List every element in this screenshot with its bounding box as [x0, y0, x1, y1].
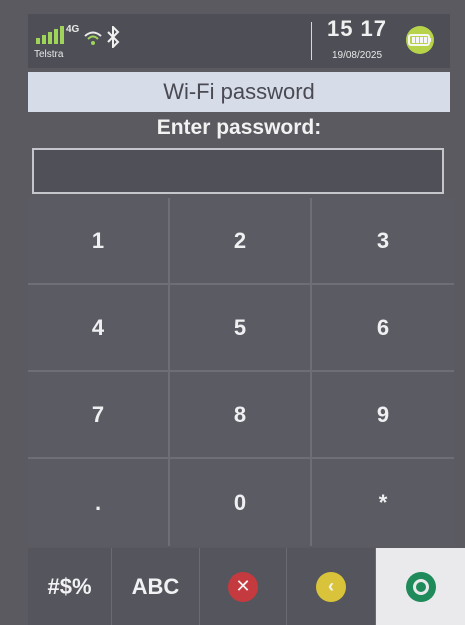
cancel-button[interactable]: ✕ — [200, 548, 287, 625]
network-type: 4G — [66, 24, 80, 35]
key-9[interactable]: 9 — [312, 372, 454, 459]
key-dot[interactable]: . — [28, 459, 170, 546]
date: 19/08/2025 — [331, 50, 383, 61]
key-3[interactable]: 3 — [312, 198, 454, 285]
confirm-icon — [405, 571, 436, 602]
key-2[interactable]: 2 — [170, 198, 312, 285]
password-prompt: Enter password: — [156, 116, 322, 139]
status-separator — [311, 22, 312, 60]
battery-icon — [406, 26, 434, 54]
key-0[interactable]: 0 — [170, 459, 312, 546]
key-5[interactable]: 5 — [170, 285, 312, 372]
symbols-button[interactable]: #$% — [28, 548, 112, 625]
terminal-screen: 4G Telstra 15 17 19/08/2025 Wi-Fi passwo… — [0, 0, 465, 625]
wifi-icon — [84, 31, 102, 45]
alpha-button[interactable]: ABC — [112, 548, 200, 625]
confirm-button[interactable] — [376, 548, 465, 625]
page-title: Wi-Fi password — [28, 72, 450, 112]
bottom-action-bar: #$% ABC ✕ ‹ — [28, 548, 465, 625]
key-7[interactable]: 7 — [28, 372, 170, 459]
key-1[interactable]: 1 — [28, 198, 170, 285]
cancel-icon: ✕ — [228, 571, 258, 602]
key-4[interactable]: 4 — [28, 285, 170, 372]
key-8[interactable]: 8 — [170, 372, 312, 459]
signal-strength-icon — [36, 26, 64, 44]
back-icon: ‹ — [316, 571, 346, 602]
carrier-name: Telstra — [34, 49, 64, 60]
clock: 15 17 — [326, 16, 388, 41]
back-button[interactable]: ‹ — [287, 548, 376, 625]
key-star[interactable]: * — [312, 459, 454, 546]
bluetooth-icon — [107, 26, 120, 48]
password-field[interactable] — [32, 148, 444, 194]
key-6[interactable]: 6 — [312, 285, 454, 372]
numeric-keypad: 1 2 3 4 5 6 7 8 9 . 0 * — [28, 198, 454, 546]
status-bar: 4G Telstra 15 17 19/08/2025 — [28, 14, 450, 68]
